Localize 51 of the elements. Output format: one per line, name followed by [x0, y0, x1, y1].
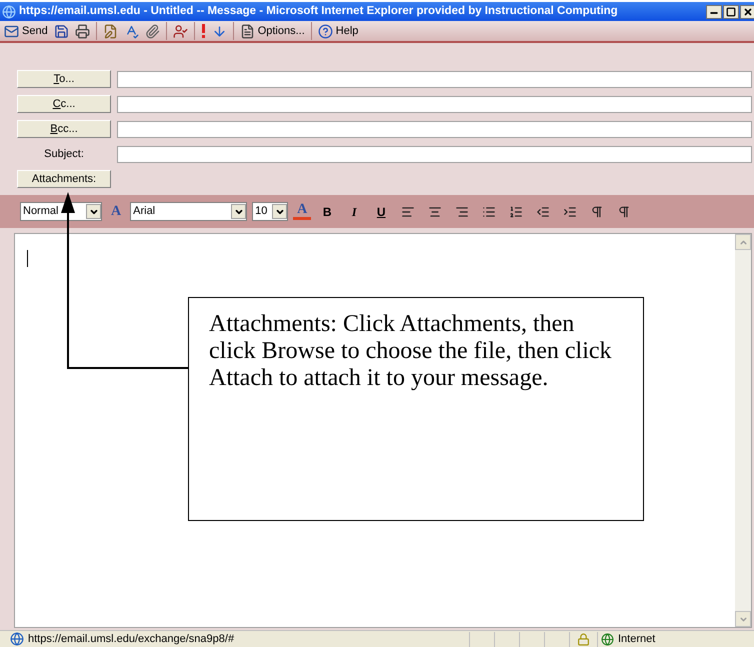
help-icon: [318, 24, 333, 38]
align-left-icon: [401, 204, 416, 218]
address-button[interactable]: To...: [17, 70, 111, 88]
help-button[interactable]: Help: [316, 22, 360, 40]
print-button[interactable]: [72, 22, 92, 40]
close-button[interactable]: [740, 4, 754, 18]
address-button[interactable]: Cc...: [17, 95, 111, 113]
pilcrow-icon: [590, 204, 604, 218]
lock-icon: [577, 632, 590, 646]
save-icon: [54, 24, 69, 38]
browser-icon: [2, 4, 16, 18]
close-icon: [743, 6, 753, 16]
envelope-icon: [4, 24, 19, 38]
document-pen-icon: [102, 24, 118, 38]
align-right-icon: [455, 204, 470, 218]
style-dropdown[interactable]: Normal: [20, 202, 102, 221]
address-field[interactable]: [117, 96, 752, 112]
down-arrow-icon: [212, 24, 227, 38]
numbered-list-icon: [509, 204, 524, 218]
font-dropdown[interactable]: Arial: [130, 202, 248, 221]
align-center-icon: [428, 204, 442, 218]
minimize-button[interactable]: [706, 4, 722, 18]
status-url: https://email.umsl.edu/exchange/sna9p8/#: [28, 632, 236, 647]
pilcrow-icon: [617, 204, 632, 218]
paperclip-icon: [144, 24, 160, 38]
size-dropdown[interactable]: 10: [252, 202, 288, 221]
callout-text: Attachments: Click Attachments, then click Browse to choose the file, then click Attach to attach it to your message.: [209, 311, 613, 392]
italic-button[interactable]: I: [343, 202, 366, 220]
address-field[interactable]: [117, 70, 752, 88]
attachments-button[interactable]: Attachments:: [17, 170, 111, 188]
window-title: https://email.umsl.edu - Untitled -- Message - Microsoft Internet Explorer provided by Instructional Computing: [19, 4, 619, 19]
maximize-button[interactable]: [723, 4, 739, 18]
exclamation-icon: [200, 24, 206, 38]
bold-button[interactable]: B: [316, 202, 338, 220]
globe-icon: [601, 632, 614, 646]
increase-indent-icon: [563, 204, 578, 218]
field-label: Subject:: [43, 146, 85, 162]
decrease-indent-icon: [536, 204, 550, 218]
address-field[interactable]: [117, 120, 752, 138]
person-check-icon: [172, 24, 188, 38]
underline-button[interactable]: U: [370, 202, 392, 220]
options-button[interactable]: Options...: [238, 22, 307, 40]
address-field[interactable]: [117, 146, 752, 162]
document-icon: [240, 24, 255, 38]
send-button[interactable]: Send: [2, 22, 50, 40]
security-zone: Internet: [618, 632, 656, 647]
text-cursor: [27, 250, 28, 267]
address-button[interactable]: Bcc...: [17, 120, 111, 138]
print-icon: [74, 24, 90, 38]
bulleted-list-icon: [482, 204, 496, 218]
maximize-icon: [726, 6, 736, 16]
